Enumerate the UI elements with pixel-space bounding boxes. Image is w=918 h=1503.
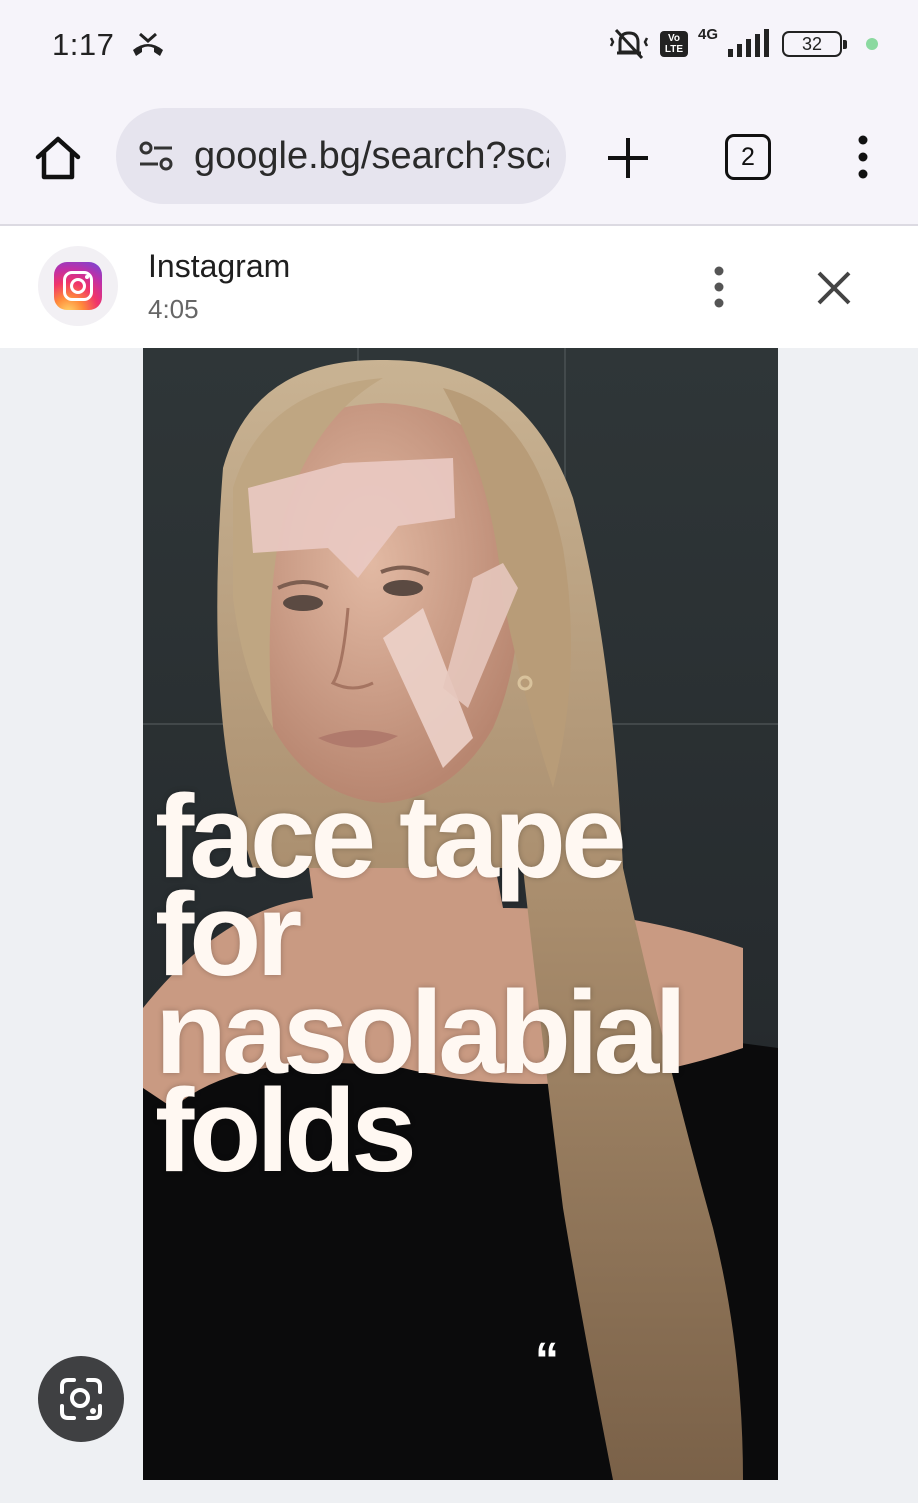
privacy-indicator-dot (866, 38, 878, 50)
missed-call-icon (133, 32, 163, 56)
image-viewer: face tape for nasolabial folds “ (0, 348, 918, 1503)
status-time: 1:17 (52, 27, 115, 62)
address-bar[interactable]: google.bg/search?sca_esv (116, 108, 566, 204)
tab-switcher-button[interactable]: 2 (725, 134, 771, 180)
more-menu-icon[interactable] (848, 134, 878, 180)
vibrate-off-icon (609, 28, 649, 60)
source-title[interactable]: Instagram (148, 248, 290, 285)
tab-count: 2 (741, 142, 755, 171)
image-source-header: Instagram 4:05 (0, 226, 918, 348)
volte-icon: Vo LTE (659, 31, 688, 57)
home-button[interactable] (30, 130, 86, 186)
status-bar: 1:17 Vo LTE 4G 32 (0, 0, 918, 90)
network-type-label: 4G (697, 26, 718, 43)
instagram-logo-icon (54, 262, 102, 310)
quote-mark: “ (535, 1334, 559, 1387)
status-icons: Vo LTE 4G 32 (608, 24, 878, 64)
image-caption-overlay: face tape for nasolabial folds (155, 778, 687, 1190)
battery-level: 32 (801, 33, 823, 54)
browser-toolbar: google.bg/search?sca_esv 2 (0, 90, 918, 224)
battery-icon: 32 (782, 31, 847, 57)
preview-image[interactable]: face tape for nasolabial folds “ (143, 348, 778, 1480)
lens-icon (60, 1378, 102, 1420)
google-lens-button[interactable] (38, 1356, 124, 1442)
source-more-icon[interactable] (706, 264, 732, 310)
site-settings-icon[interactable] (136, 136, 176, 176)
new-tab-button[interactable] (604, 134, 652, 182)
source-avatar[interactable] (38, 246, 118, 326)
close-icon[interactable] (810, 264, 858, 312)
url-text[interactable]: google.bg/search?sca_esv (194, 135, 549, 178)
video-duration: 4:05 (148, 294, 199, 324)
signal-icon (728, 29, 769, 57)
